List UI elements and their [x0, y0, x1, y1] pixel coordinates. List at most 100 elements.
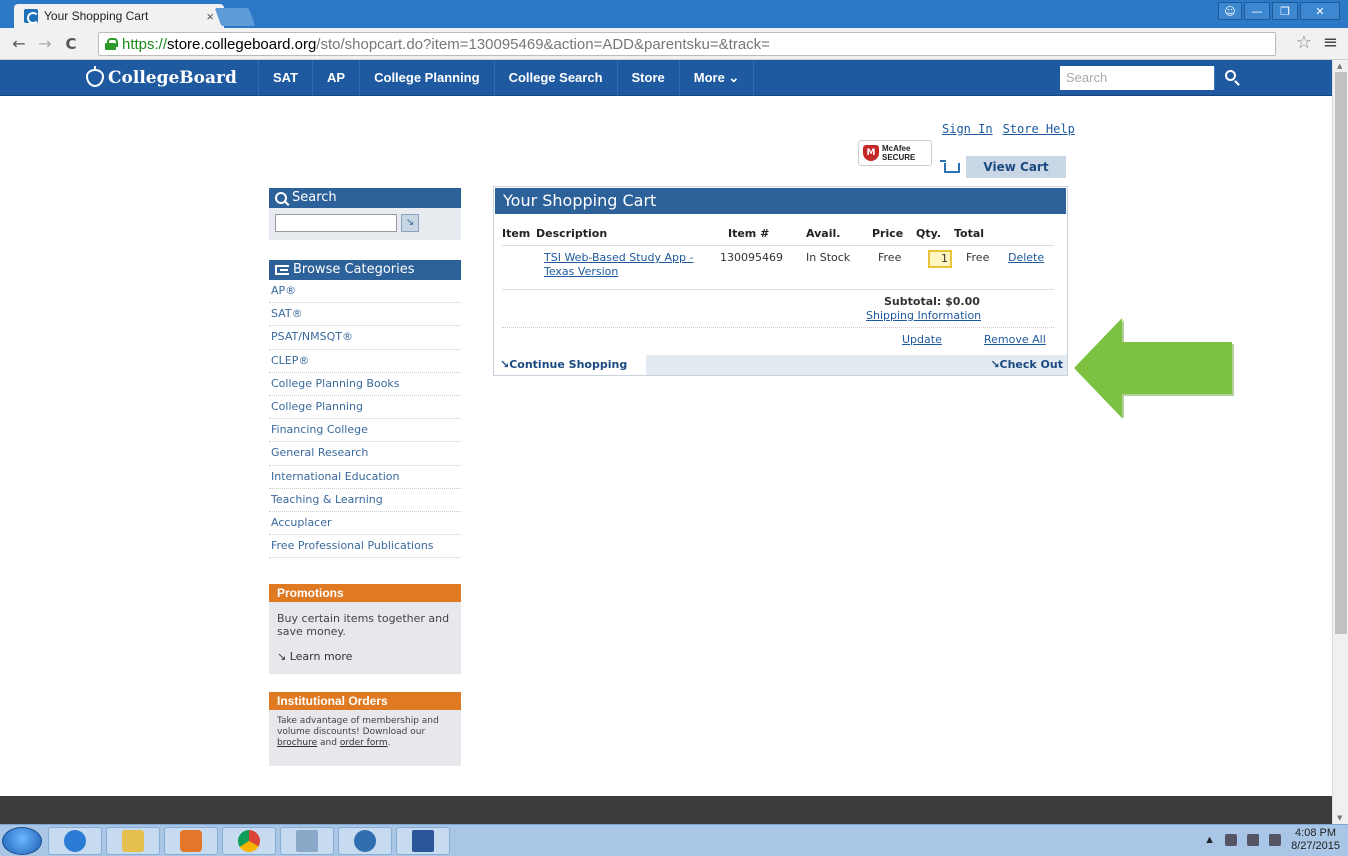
item-price: Free: [878, 251, 902, 264]
institutional-orders-text: Take advantage of membership and volume …: [269, 710, 461, 749]
nav-item-store[interactable]: Store: [616, 60, 679, 96]
start-button[interactable]: [2, 827, 42, 855]
site-search-input[interactable]: Search: [1060, 66, 1214, 90]
col-item-no: Item #: [728, 227, 770, 240]
sidebar-search-go-button[interactable]: ↘: [401, 214, 419, 232]
check-out-button[interactable]: ↘Check Out: [990, 355, 1063, 375]
sidebar-search-header: Search: [269, 188, 461, 208]
acorn-logo-icon: [86, 66, 104, 87]
period-text: .: [387, 738, 391, 748]
browse-categories-title: Browse Categories: [293, 262, 415, 277]
item-description-link-1[interactable]: TSI Web-Based Study App -: [544, 251, 693, 264]
view-cart-button[interactable]: View Cart: [966, 156, 1066, 178]
order-form-link[interactable]: order form: [340, 738, 388, 748]
promotions-text: Buy certain items together and save mone…: [277, 612, 450, 638]
and-text: and: [320, 738, 337, 748]
browser-menu-icon[interactable]: ≡: [1323, 32, 1338, 53]
update-link[interactable]: Update: [902, 333, 942, 346]
logo-text: CollegeBoard: [108, 68, 237, 88]
clock[interactable]: 4:08 PM 8/27/2015: [1291, 827, 1340, 853]
tab-close-icon[interactable]: ×: [206, 9, 214, 24]
minimize-button[interactable]: —: [1244, 2, 1270, 20]
url-scheme: https://: [122, 35, 168, 53]
file-explorer-icon[interactable]: [106, 827, 160, 855]
brochure-link[interactable]: brochure: [277, 738, 317, 748]
mcafee-line1: McAfee: [882, 144, 911, 153]
category-college-planning-books[interactable]: College Planning Books: [269, 373, 461, 396]
continue-shopping-button[interactable]: ↘Continue Shopping: [494, 355, 646, 375]
learn-more-link[interactable]: ↘ Learn more: [269, 638, 461, 663]
mcafee-shield-icon: M: [863, 145, 879, 161]
col-qty: Qty.: [916, 227, 941, 240]
category-ap[interactable]: AP®: [269, 280, 461, 304]
view-cart[interactable]: View Cart: [938, 156, 1066, 178]
sidebar-search-box: ↘: [269, 208, 461, 240]
divider: [502, 327, 1054, 328]
delete-link[interactable]: Delete: [1008, 251, 1044, 264]
nav-item-more[interactable]: More ⌄: [678, 60, 755, 96]
mcafee-secure-badge[interactable]: M McAfee SECURE: [858, 140, 932, 166]
sidebar: Search ↘ Browse Categories AP® SAT® PSAT…: [269, 188, 461, 559]
shipping-information-link[interactable]: Shipping Information: [866, 309, 981, 322]
nav-menu: SAT AP College Planning College Search S…: [258, 60, 755, 96]
forward-icon[interactable]: →: [32, 34, 58, 53]
quantity-input[interactable]: 1: [928, 250, 952, 268]
site-footer-bar: [0, 796, 1332, 824]
nav-item-sat[interactable]: SAT: [258, 60, 312, 96]
media-player-icon[interactable]: [164, 827, 218, 855]
vertical-scrollbar[interactable]: ▲ ▼: [1332, 60, 1348, 824]
bookmark-star-icon[interactable]: ☆: [1296, 32, 1312, 53]
address-bar[interactable]: https://store.collegeboard.org/sto/shopc…: [98, 32, 1276, 56]
store-help-link[interactable]: Store Help: [1003, 122, 1075, 136]
nav-item-college-search[interactable]: College Search: [493, 60, 617, 96]
col-item: Item: [502, 227, 531, 240]
category-psat[interactable]: PSAT/NMSQT®: [269, 326, 461, 350]
window-controls: ☺ — ❐ ✕: [1218, 2, 1340, 20]
header-links: Sign In Store Help: [942, 122, 1075, 136]
category-college-planning[interactable]: College Planning: [269, 396, 461, 420]
maximize-button[interactable]: ❐: [1272, 2, 1298, 20]
cart-title: Your Shopping Cart: [495, 188, 1066, 214]
institutional-orders-title: Institutional Orders: [269, 692, 461, 710]
windows-taskbar: ▲ 4:08 PM 8/27/2015: [0, 824, 1348, 856]
browser-tab[interactable]: Your Shopping Cart ×: [14, 4, 224, 28]
user-icon[interactable]: ☺: [1218, 2, 1242, 20]
category-financing-college[interactable]: Financing College: [269, 419, 461, 443]
category-clep[interactable]: CLEP®: [269, 350, 461, 373]
tray-expand-icon[interactable]: ▲: [1204, 834, 1215, 846]
sidebar-search-input[interactable]: [275, 214, 397, 232]
category-free-professional-publications[interactable]: Free Professional Publications: [269, 535, 461, 559]
tab-title: Your Shopping Cart: [44, 9, 149, 23]
back-icon[interactable]: ←: [6, 34, 32, 53]
scrollbar-thumb[interactable]: [1335, 72, 1347, 634]
scroll-up-icon[interactable]: ▲: [1337, 62, 1342, 70]
remove-all-link[interactable]: Remove All: [984, 333, 1046, 346]
sign-in-link[interactable]: Sign In: [942, 122, 993, 136]
network-people-icon[interactable]: [338, 827, 392, 855]
new-tab-button[interactable]: [214, 8, 256, 26]
search-icon: [1225, 70, 1236, 81]
close-window-button[interactable]: ✕: [1300, 2, 1340, 20]
word-icon[interactable]: [396, 827, 450, 855]
reload-icon[interactable]: C: [58, 35, 84, 53]
network-icon[interactable]: [1247, 834, 1260, 846]
category-sat[interactable]: SAT®: [269, 303, 461, 327]
item-description-link-2[interactable]: Texas Version: [544, 265, 618, 278]
category-international-education[interactable]: International Education: [269, 466, 461, 489]
site-search-button[interactable]: [1214, 66, 1252, 90]
volume-icon[interactable]: [1269, 834, 1282, 846]
scroll-down-icon[interactable]: ▼: [1337, 814, 1342, 822]
nav-item-college-planning[interactable]: College Planning: [359, 60, 493, 96]
category-teaching-learning[interactable]: Teaching & Learning: [269, 489, 461, 512]
chrome-icon[interactable]: [222, 827, 276, 855]
category-accuplacer[interactable]: Accuplacer: [269, 512, 461, 536]
internet-explorer-icon[interactable]: [48, 827, 102, 855]
category-general-research[interactable]: General Research: [269, 442, 461, 466]
calculator-icon[interactable]: [280, 827, 334, 855]
collegeboard-logo[interactable]: CollegeBoard: [86, 66, 237, 88]
flag-icon[interactable]: [1225, 834, 1238, 846]
col-avail: Avail.: [806, 227, 841, 240]
institutional-body: Take advantage of membership and volume …: [277, 716, 439, 737]
nav-item-ap[interactable]: AP: [312, 60, 359, 96]
shopping-cart-icon: [938, 156, 966, 178]
